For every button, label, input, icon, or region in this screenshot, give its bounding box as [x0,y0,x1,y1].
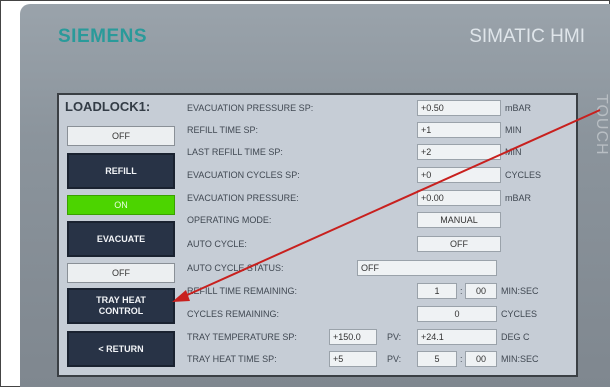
time-separator: : [460,286,463,296]
auto-cycle-status-value: OFF [357,260,497,276]
refill-remaining-min: 1 [417,283,457,299]
last-refill-time-sp-label: LAST REFILL TIME SP: [187,147,283,157]
refill-time-sp-label: REFILL TIME SP: [187,125,259,135]
last-refill-time-sp-unit: MIN [505,147,522,157]
evacuate-state-indicator: ON [67,195,175,215]
refill-remaining-unit: MIN:SEC [501,286,539,296]
tray-heat-control-button[interactable]: TRAY HEAT CONTROL [67,288,175,324]
tray-heat-pv-label: PV: [387,354,402,364]
evac-pressure-label: EVACUATION PRESSURE: [187,193,299,203]
evac-pressure-value: +0.00 [417,190,501,206]
return-button[interactable]: < RETURN [67,331,175,367]
page-title: LOADLOCK1: [65,99,151,114]
model-name: SIMATIC HMI [469,26,585,47]
evacuate-button[interactable]: EVACUATE [67,221,175,257]
tray-heat-state-indicator: OFF [67,263,175,283]
auto-cycle-label: AUTO CYCLE: [187,239,247,249]
refill-button[interactable]: REFILL [67,153,175,189]
last-refill-time-sp-input[interactable]: +2 [417,144,501,160]
brand-logo: SIEMENS [58,26,148,47]
operating-mode-button[interactable]: MANUAL [417,212,501,228]
auto-cycle-status-label: AUTO CYCLE STATUS: [187,263,284,273]
tray-temp-sp-input[interactable]: +150.0 [329,329,377,345]
tray-temp-pv-label: PV: [387,332,402,342]
tray-heat-time-unit: MIN:SEC [501,354,539,364]
cycles-remaining-value: 0 [417,306,497,322]
auto-cycle-button[interactable]: OFF [417,236,501,252]
tray-temp-sp-label: TRAY TEMPERATURE SP: [187,332,297,342]
evac-pressure-sp-label: EVACUATION PRESSURE SP: [187,103,314,113]
evac-cycles-sp-input[interactable]: +0 [417,167,501,183]
tray-heat-time-sp-input[interactable]: +5 [329,351,377,367]
operating-mode-label: OPERATING MODE: [187,215,272,225]
time-separator: : [460,354,463,364]
tray-heat-label-line2: CONTROL [98,306,144,316]
evac-pressure-sp-unit: mBAR [505,103,532,113]
hmi-screen: LOADLOCK1: OFF REFILL ON EVACUATE OFF TR… [57,93,578,377]
evac-cycles-sp-unit: CYCLES [505,170,542,180]
evac-cycles-sp-label: EVACUATION CYCLES SP: [187,170,300,180]
cycles-remaining-label: CYCLES REMAINING: [187,309,280,319]
tray-heat-time-sp-label: TRAY HEAT TIME SP: [187,354,277,364]
evac-pressure-sp-input[interactable]: +0.50 [417,100,501,116]
refill-time-sp-input[interactable]: +1 [417,122,501,138]
refill-time-remaining-label: REFILL TIME REMAINING: [187,286,298,296]
refill-remaining-sec: 00 [465,283,497,299]
evac-pressure-unit: mBAR [505,193,532,203]
tray-heat-pv-min: 5 [417,351,457,367]
tray-heat-pv-sec: 00 [465,351,497,367]
tray-temp-pv-value: +24.1 [417,329,497,345]
refill-state-indicator: OFF [67,126,175,146]
tray-temp-unit: DEG C [501,332,530,342]
refill-time-sp-unit: MIN [505,125,522,135]
tray-heat-label-line1: TRAY HEAT [96,295,146,305]
touch-label: TOUCH [593,94,610,156]
cycles-remaining-unit: CYCLES [501,309,538,319]
